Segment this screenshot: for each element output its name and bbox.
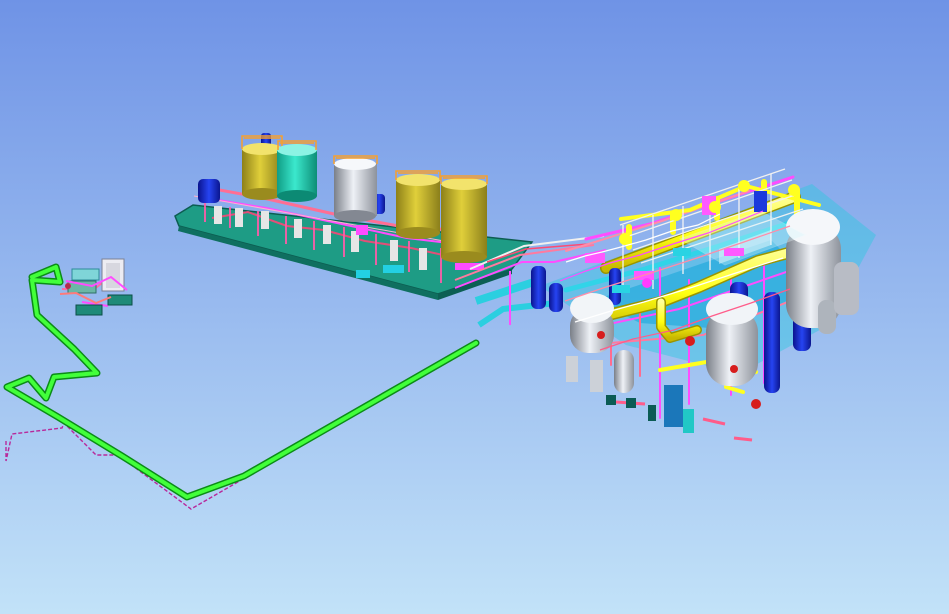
- pump-valve-icon: [65, 283, 71, 289]
- plant-3d-scene[interactable]: [0, 0, 949, 614]
- pump-panel-face: [106, 263, 120, 288]
- pump-base: [107, 294, 133, 306]
- storage-tank: [277, 140, 317, 202]
- 3d-model-viewport[interactable]: [0, 0, 949, 614]
- storage-tank: [395, 170, 441, 239]
- pump-unit: [71, 268, 100, 281]
- storage-tank: [241, 135, 283, 200]
- storage-tank: [440, 175, 488, 263]
- storage-tank: [333, 155, 378, 222]
- pump-base: [75, 304, 103, 316]
- pump-motor: [198, 179, 220, 203]
